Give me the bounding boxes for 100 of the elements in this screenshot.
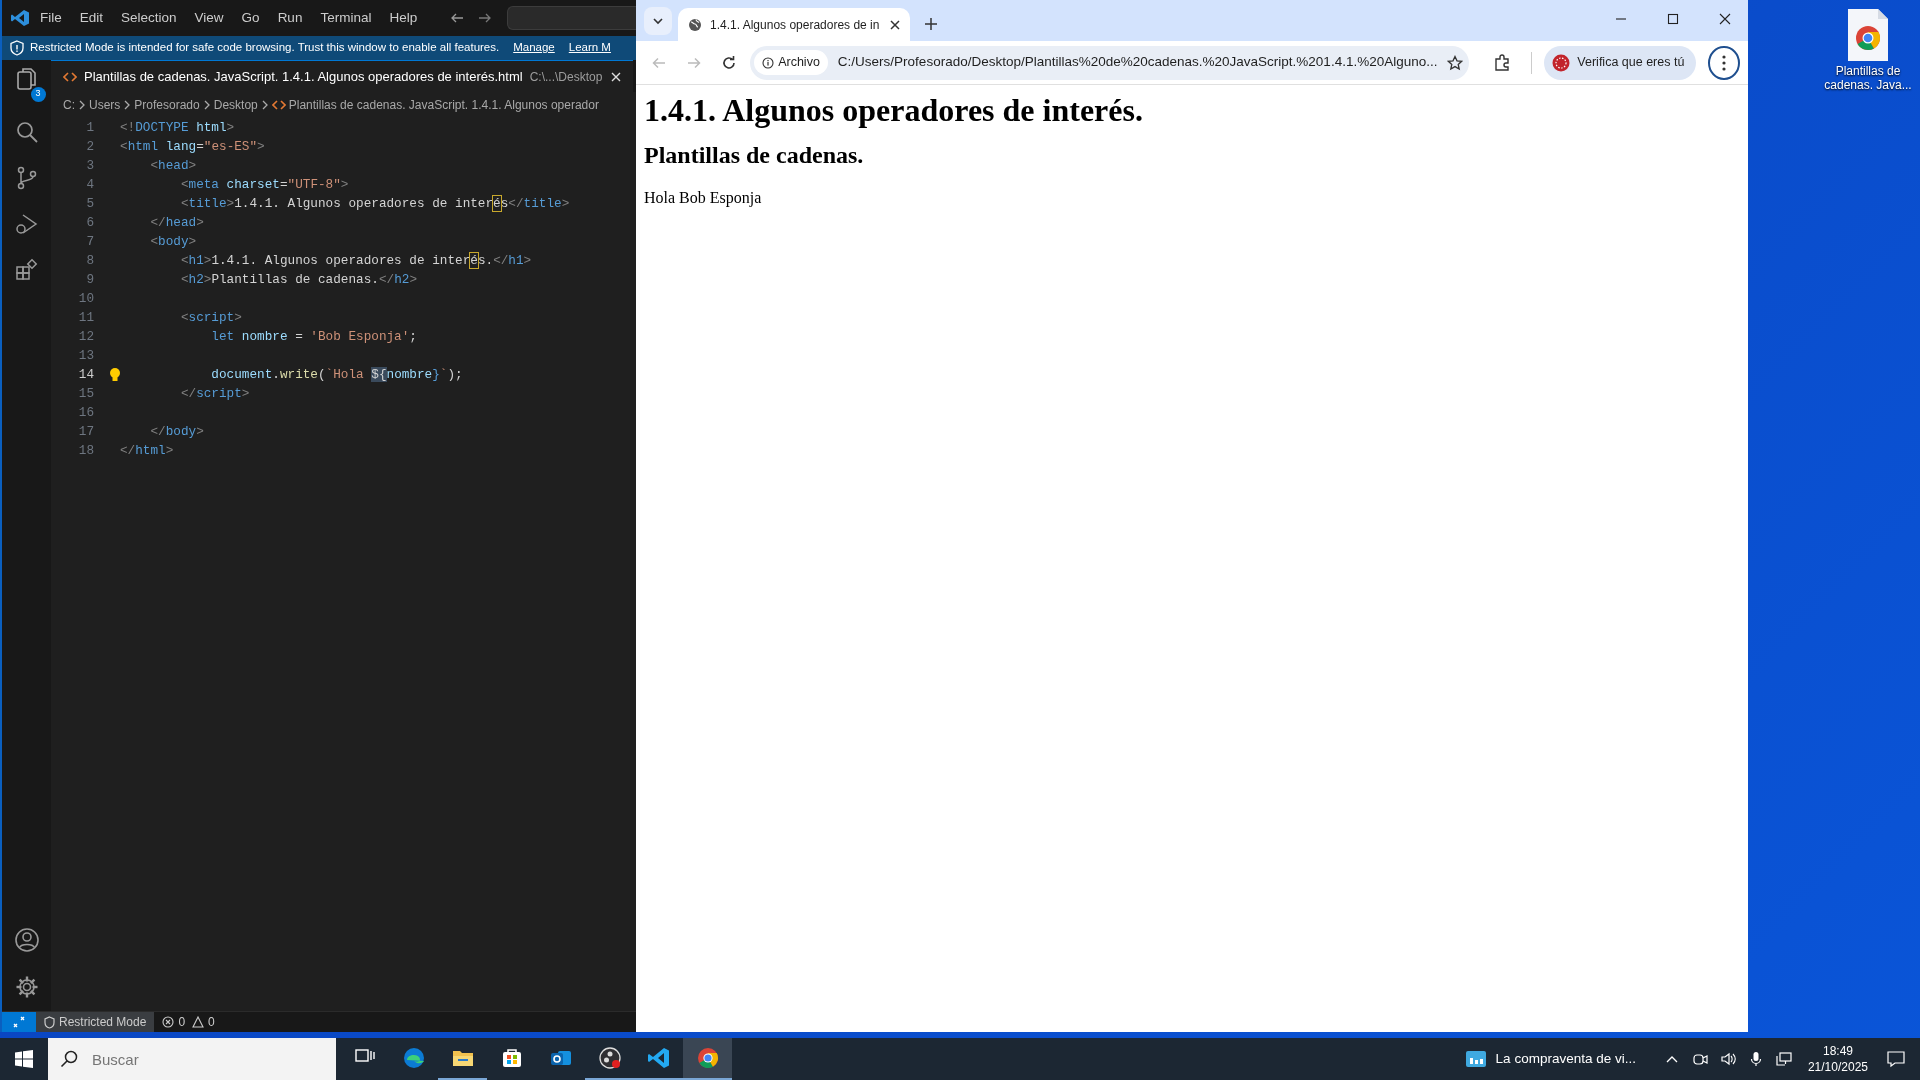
line-number: 15 [77, 385, 94, 403]
address-bar[interactable]: Archivo C:/Users/Profesorado/Desktop/Plantillas%20de%20cadenas.%20JavaScript.%201.4.1.%20Alguno... [750, 45, 1470, 80]
breadcrumb-item[interactable]: Plantillas de cadenas. JavaScript. 1.4.1. Algunos operador [288, 96, 599, 114]
menu-item[interactable]: View [186, 4, 232, 32]
line-number: 3 [85, 157, 94, 175]
line-number: 10 [77, 290, 94, 308]
close-icon[interactable] [1719, 13, 1731, 25]
tab-path: C:\...\Desktop [529, 68, 603, 86]
chevron-down-icon [653, 17, 663, 25]
star-icon[interactable] [1447, 54, 1464, 71]
line-number: 11 [77, 309, 94, 327]
line-number: 13 [77, 347, 94, 365]
menu-item[interactable]: Selection [113, 4, 185, 32]
tab-title: Plantillas de cadenas. JavaScript. 1.4.1. Algunos operadores de interés.html [84, 67, 523, 86]
remote-button[interactable] [2, 1012, 36, 1032]
restricted-mode-status[interactable]: Restricted Mode [36, 1012, 155, 1032]
html-file-icon [271, 98, 286, 112]
html-file-icon [63, 69, 77, 84]
vscode-icon[interactable] [646, 1046, 671, 1070]
code-line: <html lang="es-ES"> [120, 138, 265, 156]
code-line: document.write(`Hola ${nombre}`); [210, 365, 463, 384]
url-text: C:/Users/Profesorado/Desktop/Plantillas%20de%20cadenas.%20JavaScript.%201.4.1.%20Alguno... [837, 53, 1438, 72]
network-icon[interactable] [1775, 1051, 1792, 1067]
vscode-logo-icon [10, 8, 30, 28]
menu-item[interactable]: Terminal [312, 4, 380, 32]
line-number: 17 [77, 423, 94, 441]
page-subheading: Plantillas de cadenas. [644, 141, 865, 171]
chevron-right-icon [202, 99, 211, 111]
line-number: 1 [85, 119, 94, 137]
news-widget[interactable]: La compraventa de vi... [1459, 1047, 1642, 1071]
command-search-field[interactable] [507, 6, 636, 30]
page-text: Hola Bob Esponja [644, 188, 763, 209]
tab-search-button[interactable] [644, 7, 672, 35]
code-line: </head> [149, 214, 204, 232]
account-icon[interactable] [13, 927, 40, 953]
banner-link[interactable]: Manage [513, 39, 555, 57]
site-info-chip[interactable]: Archivo [754, 50, 828, 75]
code-line: </html> [120, 442, 174, 460]
breadcrumb-item[interactable]: Profesorado [134, 96, 200, 114]
chart-icon [1465, 1051, 1486, 1067]
browser-tab[interactable]: 1.4.1. Algunos operadores de in [678, 8, 910, 41]
line-number: 9 [85, 271, 94, 289]
chevron-right-icon [260, 99, 269, 111]
settings-icon[interactable] [14, 975, 39, 999]
notification-icon[interactable] [1886, 1049, 1906, 1069]
menu-button[interactable] [1708, 45, 1740, 80]
breadcrumb-item[interactable]: C: [63, 96, 75, 114]
edge-icon[interactable] [401, 1046, 426, 1070]
line-number: 16 [77, 404, 94, 422]
code-line: <head> [149, 157, 197, 175]
menu-item[interactable]: Help [381, 4, 426, 32]
new-tab-icon[interactable] [924, 17, 938, 31]
tab-title: 1.4.1. Algunos operadores de in [710, 16, 881, 34]
menu-item[interactable]: Go [233, 4, 268, 32]
extensions-icon[interactable] [14, 257, 39, 282]
chrome-icon[interactable] [695, 1046, 720, 1070]
chevron-right-icon [78, 99, 86, 111]
banner-link[interactable]: Learn M [568, 39, 611, 57]
line-number: 12 [77, 328, 94, 346]
code-line: <h1>1.4.1. Algunos operadores de interés.</h1> [179, 251, 532, 270]
lightbulb-icon[interactable] [109, 367, 121, 383]
info-icon [762, 56, 775, 69]
search-field[interactable]: Buscar [48, 1038, 336, 1080]
chevron-right-icon [123, 99, 132, 111]
shield-icon [10, 40, 24, 56]
globe-icon [688, 17, 702, 32]
menu-item[interactable]: File [32, 4, 70, 32]
code-line: <meta charset="UTF-8"> [179, 176, 349, 194]
more-vertical-icon [1722, 54, 1727, 71]
close-icon[interactable] [890, 19, 900, 30]
problems-status[interactable]: 0 0 [154, 1012, 223, 1032]
remote-icon [12, 1015, 26, 1029]
avatar-icon [1552, 53, 1571, 72]
clock[interactable]: 18:49 21/10/2025 [1799, 1042, 1876, 1076]
speaker-icon[interactable] [1719, 1051, 1736, 1067]
warning-icon [192, 1016, 205, 1028]
notification-badge: 3 [30, 86, 46, 102]
document-chrome-icon[interactable] [1846, 8, 1890, 62]
recorder-icon[interactable] [597, 1046, 622, 1070]
menu-item[interactable]: Edit [71, 4, 112, 32]
camera-icon[interactable] [1691, 1051, 1708, 1067]
run-debug-icon[interactable] [14, 211, 39, 236]
date-text: 21/10/2025 [1807, 1059, 1868, 1076]
maximize-icon[interactable] [1667, 13, 1679, 25]
puzzle-icon[interactable] [1493, 53, 1512, 72]
shield-icon [44, 1015, 55, 1029]
line-number: 6 [85, 214, 94, 232]
search-icon[interactable] [14, 119, 39, 144]
profile-button[interactable]: Verifica que eres tú [1544, 45, 1697, 80]
breadcrumb-item[interactable]: Desktop [213, 96, 258, 114]
breadcrumb-item[interactable]: Users [89, 96, 121, 114]
line-number: 5 [85, 195, 94, 213]
menu-item[interactable]: Run [269, 4, 311, 32]
search-icon [60, 1050, 78, 1068]
error-icon [162, 1016, 175, 1028]
editor-tab[interactable]: Plantillas de cadenas. JavaScript. 1.4.1. Algunos operadores de interés.html C:\...\Desktop [51, 60, 634, 92]
desktop-icon-label[interactable]: Plantillas de cadenas. Java... [1820, 64, 1916, 93]
code-line: <script> [179, 309, 242, 327]
code-line: <h2>Plantillas de cadenas.</h2> [179, 271, 417, 289]
windows-logo-icon [15, 1050, 33, 1068]
